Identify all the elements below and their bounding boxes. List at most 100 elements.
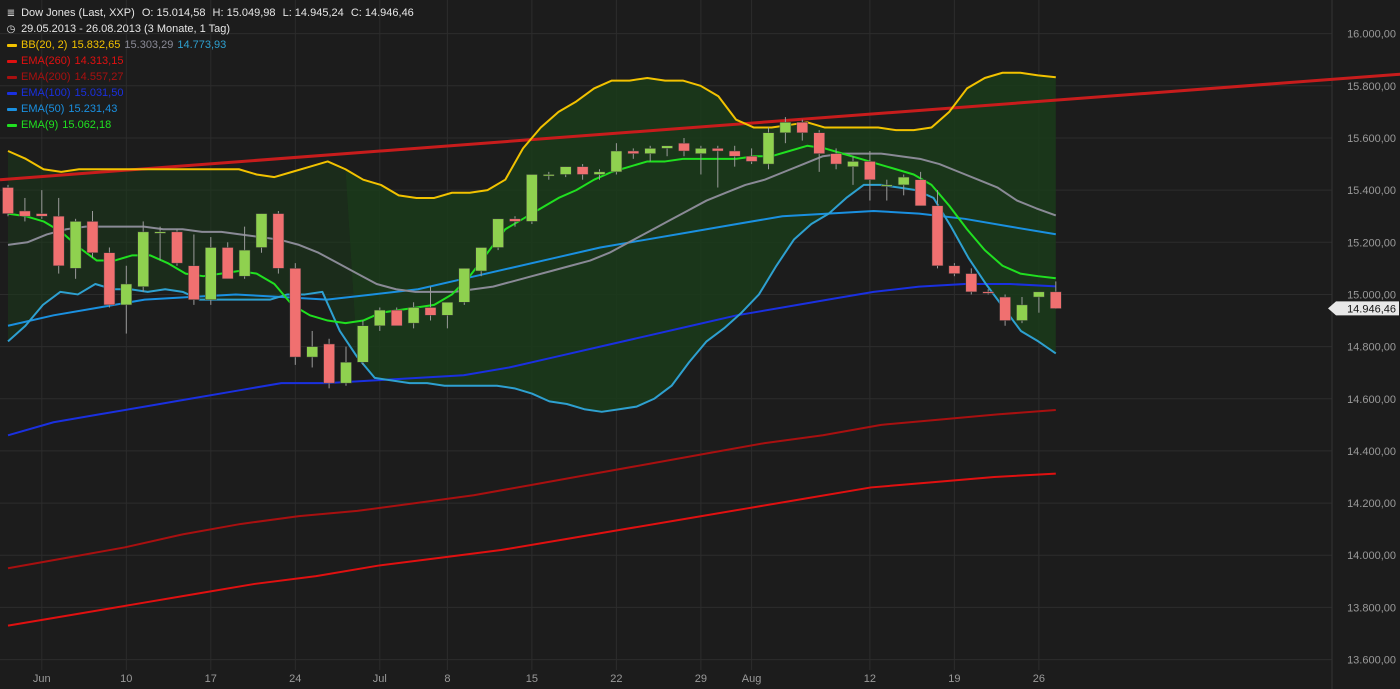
x-tick-label: 8 xyxy=(444,673,450,685)
legend-label: EMA(200) xyxy=(21,71,71,83)
candle-body xyxy=(644,148,656,154)
y-tick-label: 15.400,00 xyxy=(1347,185,1396,197)
candle-body xyxy=(779,122,792,134)
y-tick-label: 15.600,00 xyxy=(1347,133,1396,145)
x-tick-label: 22 xyxy=(610,673,622,685)
candle-body xyxy=(323,343,335,384)
y-tick-label: 14.200,00 xyxy=(1347,498,1396,510)
chart-legend: ≣ Dow Jones (Last, XXP) O: 15.014,58 H: … xyxy=(4,5,414,133)
candle-body xyxy=(475,247,487,272)
legend-value: 15.832,65 xyxy=(71,39,121,51)
open-value: O: 15.014,58 xyxy=(141,7,206,19)
candle-body xyxy=(289,268,302,358)
x-tick-label: 10 xyxy=(120,673,132,685)
legend-swatch xyxy=(7,107,17,111)
y-tick-label: 14.400,00 xyxy=(1347,446,1396,458)
candle-body xyxy=(1050,291,1062,309)
candle-body xyxy=(678,142,690,152)
legend-value: 15.231,43 xyxy=(68,103,118,115)
x-tick-label: 12 xyxy=(864,673,876,685)
legend-label: EMA(100) xyxy=(21,87,71,99)
y-tick-label: 14.800,00 xyxy=(1347,342,1396,354)
legend-value: 14.313,15 xyxy=(74,55,124,67)
candle-body xyxy=(728,150,741,157)
legend-item: EMA(9) 15.062,18 xyxy=(4,117,414,133)
candle-body xyxy=(2,187,14,214)
y-tick-label: 15.800,00 xyxy=(1347,81,1396,93)
candle-body xyxy=(69,221,82,269)
candle-body xyxy=(509,218,521,222)
candle-body xyxy=(188,265,200,300)
x-tick-label: 24 xyxy=(289,673,301,685)
legend-label: EMA(9) xyxy=(21,119,59,131)
legend-item: EMA(200) 14.557,27 xyxy=(4,69,414,85)
candle-body xyxy=(982,291,994,294)
candle-body xyxy=(830,153,842,165)
candle-body xyxy=(357,325,369,363)
candle-body xyxy=(914,179,927,207)
candle-body xyxy=(255,213,268,248)
candle-body xyxy=(796,122,809,134)
candle-body xyxy=(695,148,707,154)
candle-body xyxy=(390,309,403,326)
candle-body xyxy=(948,265,961,274)
y-tick-label: 16.000,00 xyxy=(1347,29,1396,41)
low-value: L: 14.945,24 xyxy=(282,7,344,19)
y-tick-label: 13.600,00 xyxy=(1347,655,1396,667)
candle-body xyxy=(661,145,673,149)
legend-swatch xyxy=(7,123,17,127)
candle-body xyxy=(492,218,504,248)
candle-body xyxy=(745,155,758,162)
legend-swatch xyxy=(7,75,17,79)
candle-body xyxy=(931,205,944,267)
legend-value: 15.303,29 xyxy=(124,39,174,51)
candle-body xyxy=(407,307,420,324)
candle-body xyxy=(881,184,893,187)
x-tick-label: Aug xyxy=(742,673,762,685)
candle-body xyxy=(19,210,31,217)
x-tick-label: Jul xyxy=(373,673,387,685)
y-tick-label: 14.600,00 xyxy=(1347,394,1396,406)
candle-body xyxy=(205,247,217,300)
legend-item: EMA(50) 15.231,43 xyxy=(4,101,414,117)
candle-body xyxy=(999,296,1011,321)
candle-body xyxy=(103,252,116,306)
candle-body xyxy=(576,166,589,175)
candle-body xyxy=(813,132,825,154)
candle-body xyxy=(526,174,538,222)
legend-label: EMA(50) xyxy=(21,103,65,115)
candle-body xyxy=(306,346,318,358)
candle-body xyxy=(86,221,99,253)
candle-body xyxy=(238,249,251,277)
x-tick-label: 19 xyxy=(948,673,960,685)
candle-body xyxy=(627,150,640,154)
candle-body xyxy=(847,161,859,167)
y-tick-label: 15.200,00 xyxy=(1347,237,1396,249)
candle-body xyxy=(712,148,724,152)
legend-value: 14.773,93 xyxy=(177,39,227,51)
instrument-name: Dow Jones (Last, XXP) xyxy=(21,7,135,19)
candle-body xyxy=(1016,304,1028,321)
candle-body xyxy=(610,150,623,173)
candle-body xyxy=(441,302,454,316)
y-tick-label: 14.000,00 xyxy=(1347,550,1396,562)
candle-body xyxy=(340,362,352,384)
legend-item: EMA(260) 14.313,15 xyxy=(4,53,414,69)
high-value: H: 15.049,98 xyxy=(212,7,276,19)
legend-item: EMA(100) 15.031,50 xyxy=(4,85,414,101)
date-range-row: ◷ 29.05.2013 - 26.08.2013 (3 Monate, 1 T… xyxy=(4,21,414,37)
legend-value: 14.557,27 xyxy=(74,71,124,83)
legend-label: BB(20, 2) xyxy=(21,39,68,51)
candle-body xyxy=(137,231,149,287)
candle-body xyxy=(762,132,775,165)
last-price-label: 14.946,46 xyxy=(1347,303,1396,315)
x-tick-label: 26 xyxy=(1033,673,1045,685)
candle-body xyxy=(272,213,285,269)
candle-body xyxy=(154,231,166,234)
candle-body xyxy=(965,273,978,293)
legend-value: 15.062,18 xyxy=(62,119,112,131)
candle-body xyxy=(543,174,555,177)
date-range: 29.05.2013 - 26.08.2013 (3 Monate, 1 Tag… xyxy=(21,23,231,35)
header-row: ≣ Dow Jones (Last, XXP) O: 15.014,58 H: … xyxy=(4,5,414,21)
candle-body xyxy=(374,309,386,326)
